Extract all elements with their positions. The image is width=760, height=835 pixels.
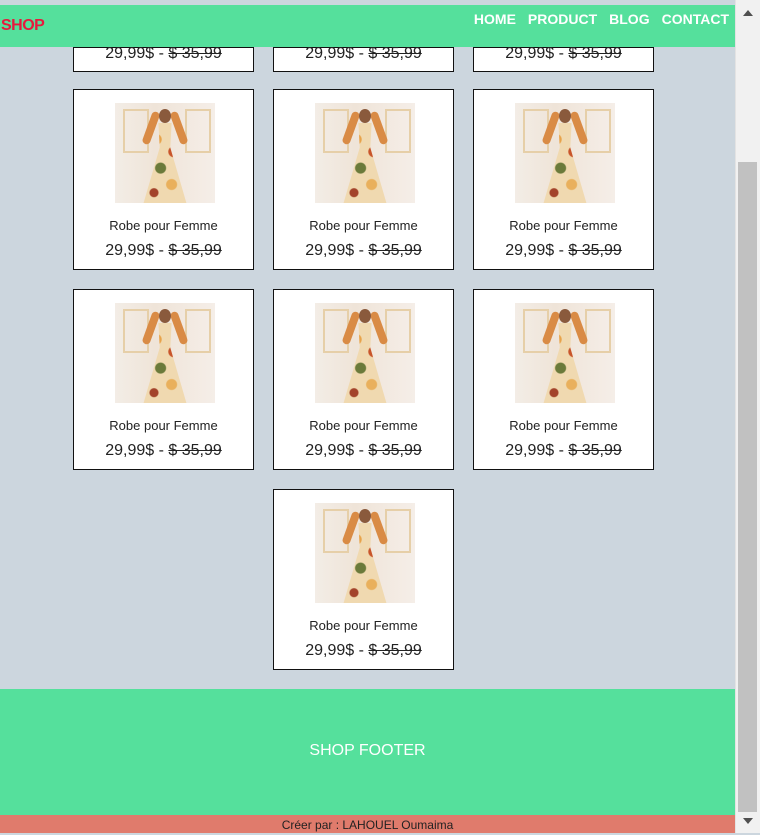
old-price: $ 35,99 [168, 442, 222, 459]
product-card[interactable]: Robe pour Femme 29,99$ - $ 35,99 [473, 89, 654, 270]
nav-product[interactable]: PRODUCT [528, 11, 597, 27]
old-price: $ 35,99 [168, 45, 222, 62]
scrollbar-thumb[interactable] [738, 162, 757, 812]
dress-image[interactable] [115, 103, 215, 203]
product-card[interactable]: 29,99$ - $ 35,99 [473, 45, 654, 72]
product-name: Robe pour Femme [309, 418, 418, 433]
old-price: $ 35,99 [568, 242, 622, 259]
nav-contact[interactable]: CONTACT [662, 11, 729, 27]
dress-image[interactable] [115, 303, 215, 403]
product-price: 29,99$ - $ 35,99 [305, 642, 422, 659]
top-navbar: SHOP HOME PRODUCT BLOG CONTACT [0, 5, 735, 47]
product-card[interactable]: Robe pour Femme 29,99$ - $ 35,99 [273, 489, 454, 670]
product-price: 29,99$ - $ 35,99 [505, 442, 622, 459]
old-price: $ 35,99 [568, 45, 622, 62]
old-price: $ 35,99 [368, 642, 422, 659]
nav-home[interactable]: HOME [474, 11, 516, 27]
product-name: Robe pour Femme [109, 418, 218, 433]
product-name: Robe pour Femme [109, 218, 218, 233]
product-card[interactable]: 29,99$ - $ 35,99 [73, 45, 254, 72]
triangle-down-icon[interactable] [743, 818, 753, 824]
shop-footer: SHOP FOOTER [0, 689, 735, 815]
dress-image[interactable] [515, 103, 615, 203]
old-price: $ 35,99 [368, 242, 422, 259]
old-price: $ 35,99 [368, 442, 422, 459]
product-price: 29,99$ - $ 35,99 [105, 442, 222, 459]
product-card[interactable]: Robe pour Femme 29,99$ - $ 35,99 [473, 289, 654, 470]
credit-text: Créer par : LAHOUEL Oumaima [281, 818, 454, 832]
footer-title: SHOP FOOTER [309, 742, 426, 759]
product-card[interactable]: Robe pour Femme 29,99$ - $ 35,99 [73, 89, 254, 270]
product-card[interactable]: Robe pour Femme 29,99$ - $ 35,99 [73, 289, 254, 470]
main-nav: HOME PRODUCT BLOG CONTACT [474, 11, 729, 27]
triangle-up-icon[interactable] [743, 10, 753, 16]
product-price: 29,99$ - $ 35,99 [305, 45, 422, 62]
product-card[interactable]: Robe pour Femme 29,99$ - $ 35,99 [273, 289, 454, 470]
product-price: 29,99$ - $ 35,99 [105, 45, 222, 62]
product-price: 29,99$ - $ 35,99 [305, 442, 422, 459]
product-price: 29,99$ - $ 35,99 [105, 242, 222, 259]
old-price: $ 35,99 [368, 45, 422, 62]
product-price: 29,99$ - $ 35,99 [505, 242, 622, 259]
product-name: Robe pour Femme [309, 218, 418, 233]
credit-bar: Créer par : LAHOUEL Oumaima [0, 815, 735, 833]
product-card[interactable]: Robe pour Femme 29,99$ - $ 35,99 [273, 89, 454, 270]
nav-blog[interactable]: BLOG [609, 11, 649, 27]
product-card[interactable]: 29,99$ - $ 35,99 [273, 45, 454, 72]
old-price: $ 35,99 [168, 242, 222, 259]
shop-logo[interactable]: SHOP [1, 17, 45, 35]
product-name: Robe pour Femme [309, 618, 418, 633]
dress-image[interactable] [315, 503, 415, 603]
product-name: Robe pour Femme [509, 218, 618, 233]
product-price: 29,99$ - $ 35,99 [505, 45, 622, 62]
dress-image[interactable] [315, 303, 415, 403]
dress-image[interactable] [315, 103, 415, 203]
vertical-scrollbar[interactable] [735, 0, 760, 833]
old-price: $ 35,99 [568, 442, 622, 459]
product-name: Robe pour Femme [509, 418, 618, 433]
product-price: 29,99$ - $ 35,99 [305, 242, 422, 259]
dress-image[interactable] [515, 303, 615, 403]
